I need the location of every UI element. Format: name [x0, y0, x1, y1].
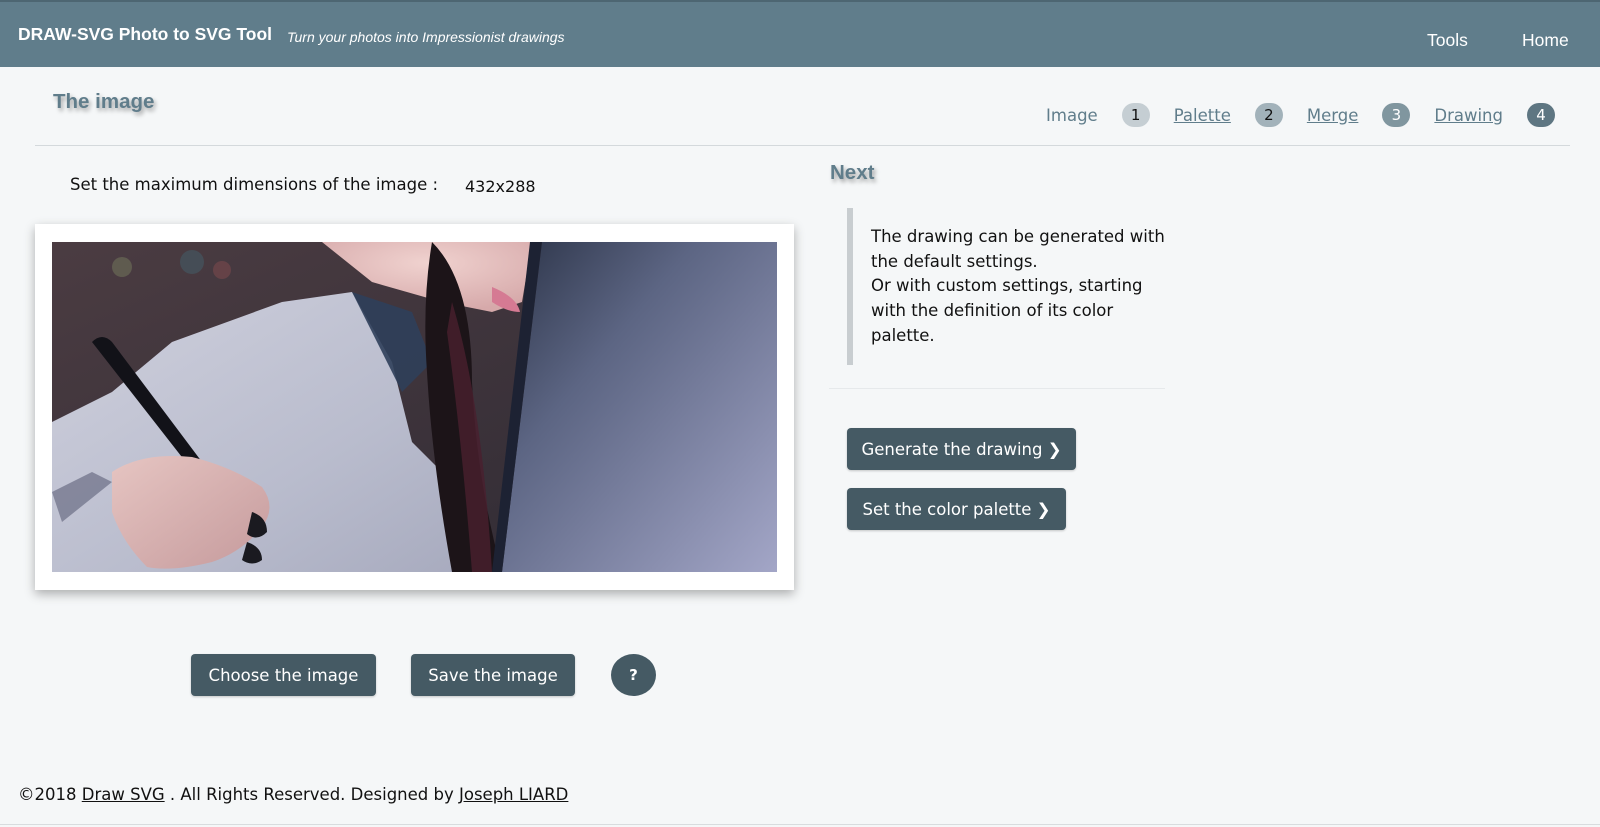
footer-author-link[interactable]: Joseph LIARD — [459, 785, 568, 804]
footer: ©2018 Draw SVG . All Rights Reserved. De… — [18, 785, 568, 804]
step-1-badge: 1 — [1121, 103, 1150, 127]
step-2-badge: 2 — [1254, 103, 1283, 127]
footer-site-link[interactable]: Draw SVG — [82, 785, 165, 804]
step-palette-link[interactable]: Palette — [1174, 106, 1231, 125]
brand-tagline: Turn your photos into Impressionist draw… — [287, 29, 565, 45]
nav-home-link[interactable]: Home — [1522, 30, 1569, 51]
note-divider — [829, 388, 1165, 389]
uploaded-photo — [52, 242, 777, 572]
image-preview-frame — [35, 224, 794, 590]
next-steps-note: The drawing can be generated with the de… — [847, 208, 1167, 365]
footer-copyright: ©2018 — [18, 785, 77, 804]
dimensions-label: Set the maximum dimensions of the image … — [70, 175, 439, 194]
footer-rights-text: . All Rights Reserved. Designed by — [169, 785, 454, 804]
choose-image-button[interactable]: Choose the image — [191, 654, 376, 696]
photo-illustration — [52, 242, 777, 572]
step-4-badge: 4 — [1527, 103, 1555, 127]
image-section-title: The image — [53, 90, 155, 113]
note-line-2: Or with custom settings, starting with t… — [871, 276, 1143, 345]
step-merge-link[interactable]: Merge — [1307, 106, 1359, 125]
header-divider — [35, 145, 1570, 146]
generate-drawing-button[interactable]: Generate the drawing ❯ — [847, 428, 1076, 470]
save-image-button[interactable]: Save the image — [411, 654, 575, 696]
nav-tools-link[interactable]: Tools — [1427, 30, 1468, 51]
step-image-label: Image — [1046, 105, 1098, 125]
next-section-title: Next — [830, 161, 875, 184]
step-indicator: Image 1 Palette 2 Merge 3 Drawing 4 — [1046, 103, 1555, 127]
note-line-1: The drawing can be generated with the de… — [871, 227, 1165, 271]
dimensions-value[interactable]: 432x288 — [465, 177, 536, 196]
help-button[interactable]: ? — [611, 654, 656, 696]
top-navbar: DRAW-SVG Photo to SVG Tool Turn your pho… — [0, 0, 1600, 67]
step-3-badge: 3 — [1382, 103, 1411, 127]
page-bottom-border — [0, 824, 1600, 825]
brand-title[interactable]: DRAW-SVG Photo to SVG Tool — [18, 24, 272, 45]
step-drawing-link[interactable]: Drawing — [1434, 106, 1503, 125]
set-color-palette-button[interactable]: Set the color palette ❯ — [847, 488, 1066, 530]
